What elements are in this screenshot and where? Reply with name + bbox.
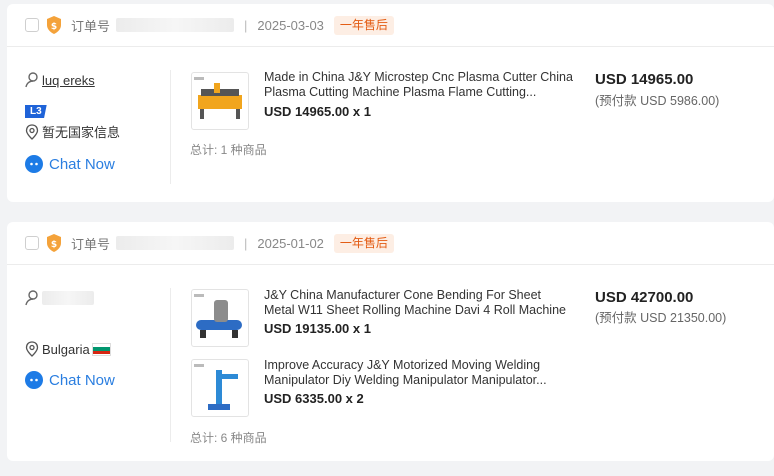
bulgaria-flag-icon [91,342,111,356]
order-header: $ 订单号 | 2025-03-03 一年售后 [7,4,774,47]
warranty-badge: 一年售后 [333,15,394,35]
order-header: $ 订单号 | 2025-01-02 一年售后 [7,222,774,265]
divider: | [244,235,248,251]
user-icon [25,72,38,88]
product-thumbnail[interactable] [191,72,249,130]
order-checkbox[interactable] [25,18,39,32]
order-amount: USD 14965.00 [595,71,694,88]
items-total: 总计: 6 种商品 [190,431,267,445]
level-row: L3 [25,101,120,119]
level-badge: L3 [25,105,47,118]
location-icon [25,123,39,140]
order-date: 2025-01-02 [257,235,324,251]
shield-icon: $ [45,234,63,252]
order-amount: USD 42700.00 [595,289,694,306]
product-price: USD 19135.00 x 1 [264,321,371,336]
chat-now-label: Chat Now [49,371,115,389]
order-number-redacted [116,18,235,32]
order-card: $ 订单号 | 2025-01-02 一年售后 Bulgaria Chat No… [7,222,774,461]
order-list: $ 订单号 | 2025-03-03 一年售后 luq ereks L3 暂无国… [0,0,774,476]
location-row: 暂无国家信息 [25,122,120,141]
divider: | [244,17,248,33]
column-divider [170,288,171,442]
product-title[interactable]: Improve Accuracy J&Y Motorized Moving We… [264,358,574,388]
product-price: USD 14965.00 x 1 [264,104,371,119]
buyer-name-redacted[interactable] [42,291,94,305]
order-number-redacted [116,236,235,250]
chat-now-button[interactable]: Chat Now [25,371,115,389]
product-thumbnail[interactable] [191,359,249,417]
order-number-label: 订单号 [71,18,111,34]
order-date: 2025-03-03 [257,17,324,33]
buyer-info: Bulgaria Chat Now [25,290,115,389]
svg-text:$: $ [51,22,57,32]
user-icon [25,290,38,306]
order-number-label: 订单号 [71,236,111,252]
chat-icon [25,155,43,173]
product-price: USD 6335.00 x 2 [264,391,364,406]
items-total: 总计: 1 种商品 [190,143,267,157]
order-checkbox[interactable] [25,236,39,250]
product-thumbnail[interactable] [191,289,249,347]
chat-now-button[interactable]: Chat Now [25,155,120,173]
location-row: Bulgaria [25,341,115,357]
buyer-row [25,290,115,306]
location-text: Bulgaria [42,341,90,357]
location-text: 暂无国家信息 [42,125,121,140]
shield-icon: $ [45,16,63,34]
buyer-row: luq ereks [25,72,120,88]
chat-icon [25,371,43,389]
buyer-info: luq ereks L3 暂无国家信息 Chat Now [25,72,120,173]
chat-now-label: Chat Now [49,155,115,173]
product-title[interactable]: Made in China J&Y Microstep Cnc Plasma C… [264,70,574,100]
column-divider [170,70,171,184]
buyer-name-link[interactable]: luq ereks [42,73,95,88]
order-card: $ 订单号 | 2025-03-03 一年售后 luq ereks L3 暂无国… [7,4,774,202]
product-title[interactable]: J&Y China Manufacturer Cone Bending For … [264,288,574,318]
location-icon [25,341,39,357]
warranty-badge: 一年售后 [333,233,394,253]
deposit-amount: (预付款 USD 21350.00) [595,311,727,325]
deposit-amount: (预付款 USD 5986.00) [595,94,720,108]
svg-text:$: $ [51,240,57,250]
